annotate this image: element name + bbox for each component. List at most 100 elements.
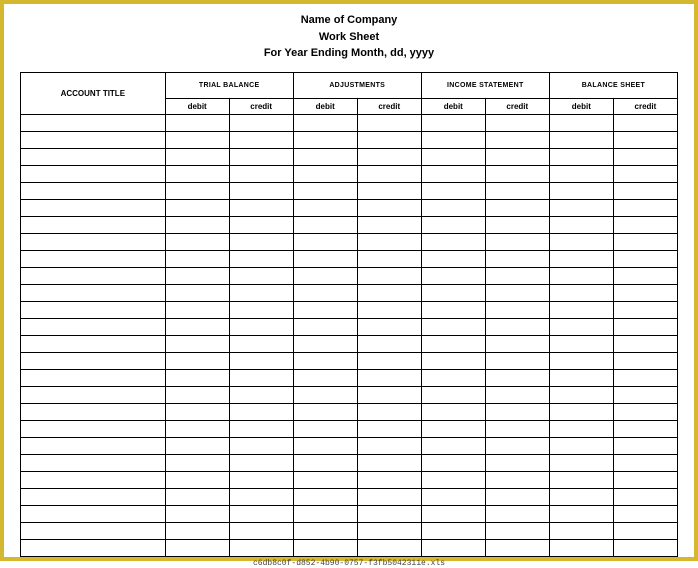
cell xyxy=(549,233,613,250)
cell xyxy=(229,233,293,250)
cell xyxy=(229,386,293,403)
cell xyxy=(421,131,485,148)
cell xyxy=(21,199,166,216)
cell xyxy=(613,437,677,454)
cell xyxy=(485,488,549,505)
cell xyxy=(165,318,229,335)
cell xyxy=(613,114,677,131)
cell xyxy=(613,233,677,250)
table-row xyxy=(21,148,678,165)
cell xyxy=(165,386,229,403)
cell xyxy=(165,131,229,148)
cell xyxy=(357,233,421,250)
cell xyxy=(229,437,293,454)
cell xyxy=(613,386,677,403)
col-trial-balance: TRIAL BALANCE xyxy=(165,72,293,98)
cell xyxy=(421,403,485,420)
cell xyxy=(613,488,677,505)
col-inc-debit: debit xyxy=(421,98,485,114)
cell xyxy=(613,420,677,437)
table-row xyxy=(21,420,678,437)
cell xyxy=(21,250,166,267)
cell xyxy=(613,284,677,301)
cell xyxy=(357,114,421,131)
cell xyxy=(485,233,549,250)
cell xyxy=(357,352,421,369)
cell xyxy=(357,471,421,488)
cell xyxy=(421,454,485,471)
cell xyxy=(549,437,613,454)
cell xyxy=(229,216,293,233)
cell xyxy=(613,471,677,488)
table-row xyxy=(21,505,678,522)
cell xyxy=(229,352,293,369)
cell xyxy=(549,131,613,148)
cell xyxy=(229,267,293,284)
cell xyxy=(229,471,293,488)
table-row xyxy=(21,131,678,148)
cell xyxy=(21,284,166,301)
cell xyxy=(21,301,166,318)
cell xyxy=(229,335,293,352)
table-row xyxy=(21,403,678,420)
cell xyxy=(293,165,357,182)
cell xyxy=(293,488,357,505)
cell xyxy=(21,165,166,182)
cell xyxy=(21,369,166,386)
cell xyxy=(229,539,293,556)
cell xyxy=(293,539,357,556)
cell xyxy=(357,182,421,199)
cell xyxy=(485,301,549,318)
table-row xyxy=(21,233,678,250)
cell xyxy=(421,216,485,233)
col-balance-sheet: BALANCE SHEET xyxy=(549,72,677,98)
cell xyxy=(549,284,613,301)
table-row xyxy=(21,488,678,505)
cell xyxy=(165,182,229,199)
cell xyxy=(421,420,485,437)
cell xyxy=(549,403,613,420)
cell xyxy=(421,301,485,318)
cell xyxy=(549,148,613,165)
cell xyxy=(485,454,549,471)
cell xyxy=(165,437,229,454)
cell xyxy=(485,216,549,233)
cell xyxy=(165,114,229,131)
cell xyxy=(421,488,485,505)
cell xyxy=(549,301,613,318)
cell xyxy=(421,539,485,556)
cell xyxy=(165,250,229,267)
cell xyxy=(229,165,293,182)
col-adjustments: ADJUSTMENTS xyxy=(293,72,421,98)
cell xyxy=(21,182,166,199)
cell xyxy=(165,522,229,539)
footer-filename: c6db8c0f-d852-4b90-0757-f3fb5042311e.xls xyxy=(20,559,678,568)
cell xyxy=(357,369,421,386)
cell xyxy=(229,284,293,301)
cell xyxy=(229,454,293,471)
cell xyxy=(549,488,613,505)
cell xyxy=(357,250,421,267)
cell xyxy=(613,318,677,335)
cell xyxy=(229,420,293,437)
cell xyxy=(485,148,549,165)
cell xyxy=(549,352,613,369)
cell xyxy=(549,318,613,335)
cell xyxy=(549,165,613,182)
cell xyxy=(613,352,677,369)
col-adj-debit: debit xyxy=(293,98,357,114)
col-bal-debit: debit xyxy=(549,98,613,114)
cell xyxy=(229,522,293,539)
cell xyxy=(357,437,421,454)
cell xyxy=(485,199,549,216)
cell xyxy=(21,403,166,420)
cell xyxy=(293,233,357,250)
table-row xyxy=(21,369,678,386)
cell xyxy=(229,182,293,199)
table-row xyxy=(21,114,678,131)
cell xyxy=(613,182,677,199)
cell xyxy=(357,505,421,522)
cell xyxy=(21,318,166,335)
cell xyxy=(357,199,421,216)
cell xyxy=(549,505,613,522)
